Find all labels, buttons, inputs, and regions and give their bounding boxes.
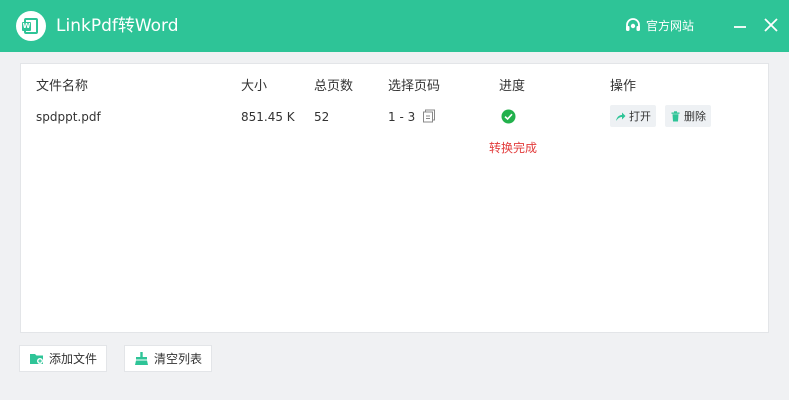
file-list-panel: 文件名称 大小 总页数 选择页码 进度 操作 spdppt.pdf 851.45…	[20, 63, 769, 333]
column-header-name: 文件名称	[36, 79, 89, 94]
file-size: 851.45 K	[241, 110, 295, 124]
broom-icon	[135, 352, 148, 365]
share-arrow-icon	[616, 112, 626, 121]
check-circle-icon	[501, 109, 516, 124]
open-button[interactable]: 打开	[610, 105, 656, 127]
page-range: 1 - 3	[388, 110, 416, 124]
delete-button[interactable]: 删除	[665, 105, 711, 127]
bottom-option-bar-2	[94, 394, 204, 400]
column-header-page-range: 选择页码	[388, 79, 441, 94]
add-file-button[interactable]: 添加文件	[19, 345, 108, 372]
column-header-pages: 总页数	[314, 79, 354, 94]
trash-icon	[671, 110, 680, 121]
clear-list-button[interactable]: 清空列表	[124, 345, 213, 372]
open-label: 打开	[629, 110, 651, 123]
title-bar: W LinkPdf转Word 官方网站	[0, 0, 789, 52]
close-icon[interactable]	[760, 14, 782, 36]
add-file-label: 添加文件	[49, 352, 98, 366]
official-site-label: 官方网站	[646, 19, 695, 33]
headset-icon	[626, 18, 640, 31]
column-header-size: 大小	[241, 79, 268, 94]
column-header-progress: 进度	[499, 79, 526, 94]
app-title: LinkPdf转Word	[56, 16, 179, 36]
delete-label: 删除	[684, 110, 706, 123]
file-name: spdppt.pdf	[36, 110, 101, 124]
folder-add-icon	[30, 354, 43, 364]
minimize-icon[interactable]	[729, 14, 751, 36]
clear-list-label: 清空列表	[154, 352, 203, 366]
status-text: 转换完成	[489, 141, 538, 155]
bottom-option-bar	[22, 394, 82, 400]
official-site-link[interactable]: 官方网站	[624, 16, 694, 36]
column-header-actions: 操作	[610, 79, 637, 94]
page-count: 52	[314, 110, 330, 124]
app-logo-icon: W	[16, 11, 46, 41]
pages-select-icon[interactable]	[422, 109, 436, 123]
